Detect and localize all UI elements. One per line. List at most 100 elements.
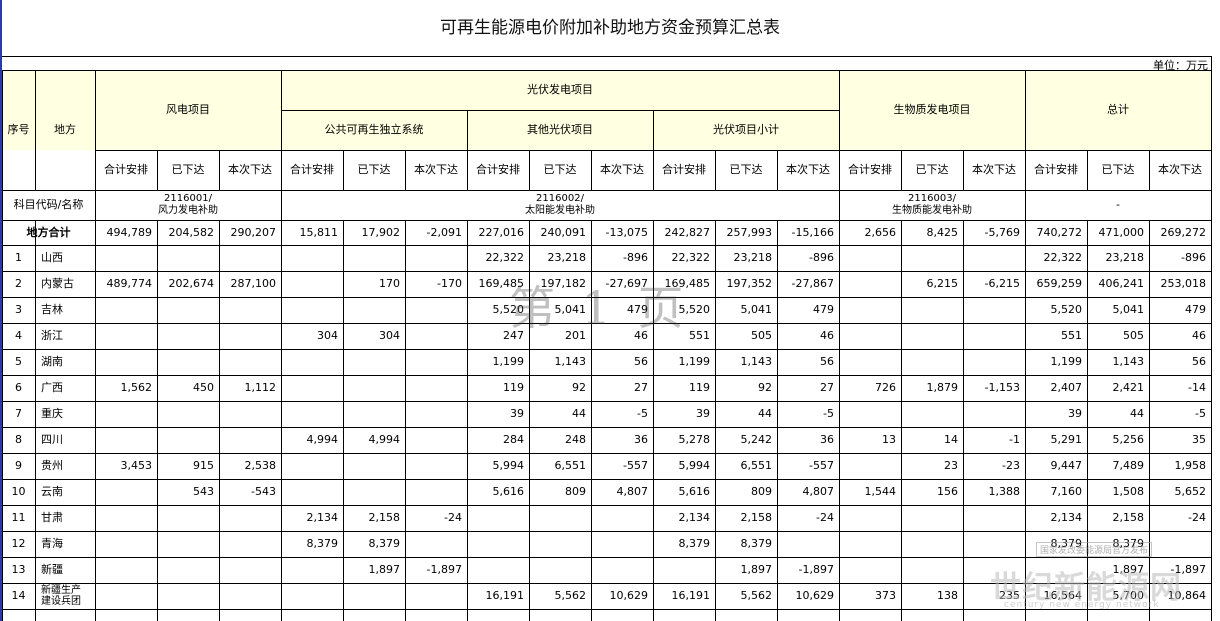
row-value (343, 453, 405, 479)
subheader-col-2-text: 已下达 (171, 163, 205, 176)
row-value (839, 271, 901, 297)
row-value (963, 401, 1025, 427)
row-value: 5,041 (1087, 297, 1149, 323)
subheader-col-11: 已下达 (715, 150, 777, 190)
row-value: 46 (591, 323, 653, 349)
row-value (281, 453, 343, 479)
row-value-text: -1,897 (426, 563, 462, 576)
subheader-col-17: 已下达 (1087, 150, 1149, 190)
row-value (157, 583, 219, 609)
row-seq-text: 12 (11, 537, 26, 550)
row-value-text: 44 (758, 407, 772, 420)
row-value-text: -14 (1188, 381, 1206, 394)
row-value-text: 5,652 (1174, 485, 1207, 498)
row-region-name: 浙江 (35, 323, 95, 349)
row-value (591, 531, 653, 557)
row-value-text: 304 (317, 329, 338, 342)
row-value: 2,407 (1025, 375, 1087, 401)
row-value (219, 531, 281, 557)
total-row-value: -2,091 (405, 220, 467, 245)
row-value (157, 401, 219, 427)
row-seq-text: 13 (11, 563, 26, 576)
row-value-text: 1,897 (1112, 563, 1145, 576)
row-value-text: 46 (1192, 329, 1206, 342)
total-row-value: 2,656 (839, 220, 901, 245)
row-region-name: 广西 (35, 375, 95, 401)
header-bio: 生物质发电项目 (839, 70, 1025, 150)
row-region-name-text: 新疆 (41, 563, 63, 576)
row-value: 201 (529, 323, 591, 349)
header-pv-subtotal-text: 光伏项目小计 (713, 123, 779, 136)
row-value: 23,218 (529, 245, 591, 271)
row-value (219, 349, 281, 375)
row-value-text: 287,100 (230, 277, 277, 290)
row-seq-text: 3 (15, 303, 22, 316)
row-value (219, 557, 281, 583)
row-value: 138 (901, 583, 963, 609)
row-value (405, 323, 467, 349)
row-value: 1,897 (715, 557, 777, 583)
row-value (405, 479, 467, 505)
row-value (157, 531, 219, 557)
row-value: 4,994 (343, 427, 405, 453)
row-value: 92 (529, 375, 591, 401)
row-value (963, 349, 1025, 375)
total-row-value-text: 15,811 (299, 225, 339, 239)
row-value: -24 (1149, 505, 1211, 531)
row-value (901, 401, 963, 427)
row-value-text: 5,562 (554, 589, 587, 602)
row-value-text: -557 (809, 459, 834, 472)
row-value-text: 8,379 (306, 537, 339, 550)
row-value (281, 583, 343, 609)
row-value-text: -543 (251, 485, 276, 498)
row-value (219, 427, 281, 453)
row-value: -896 (591, 245, 653, 271)
rule-title-top (2, 56, 1211, 57)
row-region-name-text: 贵州 (41, 459, 63, 472)
row-region-name-text: 甘肃 (41, 511, 63, 524)
row-value-text: 10,629 (609, 589, 649, 602)
row-value-text: 197,352 (726, 277, 773, 290)
row-value-text: -1,897 (1170, 563, 1206, 576)
row-region-name-text: 山西 (41, 251, 63, 264)
subheader-col-7: 合计安排 (467, 150, 529, 190)
row-value: 5,041 (529, 297, 591, 323)
row-value: 543 (157, 479, 219, 505)
subheader-col-4-text: 合计安排 (290, 163, 334, 176)
row-value-text: 22,322 (1043, 251, 1083, 264)
row-value: 39 (653, 401, 715, 427)
row-value: 2,134 (653, 505, 715, 531)
total-row-value: 290,207 (219, 220, 281, 245)
row-value: -14 (1149, 375, 1211, 401)
subheader-col-12: 本次下达 (777, 150, 839, 190)
row-value-text: 1,199 (492, 355, 525, 368)
row-value-text: 27 (634, 381, 648, 394)
code-row-bio-text: 2116003/ 生物质能发电补助 (892, 193, 972, 216)
row-value: 247 (467, 323, 529, 349)
row-value: 22,322 (467, 245, 529, 271)
row-value-text: -5 (637, 407, 648, 420)
row-seq: 8 (2, 427, 35, 453)
header-pv-subtotal: 光伏项目小计 (653, 110, 839, 150)
subheader-col-16: 合计安排 (1025, 150, 1087, 190)
total-row-value-text: 494,789 (106, 225, 153, 239)
row-value: 56 (777, 349, 839, 375)
row-value: 13 (839, 427, 901, 453)
row-value: 479 (777, 297, 839, 323)
row-region-name: 青海 (35, 531, 95, 557)
row-value: 2,538 (219, 453, 281, 479)
row-value-text: -23 (1002, 459, 1020, 472)
row-value-text: 138 (937, 589, 958, 602)
row-value: 14 (901, 427, 963, 453)
row-seq: 6 (2, 375, 35, 401)
total-row-label-text: 地方合计 (26, 225, 71, 239)
row-value (901, 323, 963, 349)
row-value: 2,158 (1087, 505, 1149, 531)
row-value: 35 (1149, 427, 1211, 453)
row-value-text: 5,041 (554, 303, 587, 316)
row-value-text: 5,562 (740, 589, 773, 602)
row-value: 8,379 (281, 531, 343, 557)
subheader-col-15-text: 本次下达 (972, 163, 1016, 176)
header-wind-text: 风电项目 (166, 103, 210, 116)
subheader-col-5: 已下达 (343, 150, 405, 190)
